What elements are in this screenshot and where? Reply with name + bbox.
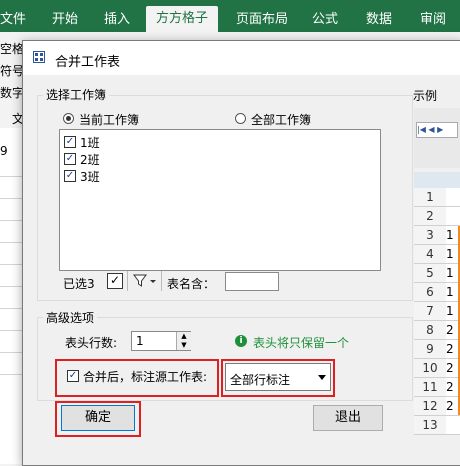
preview-label: 示例	[413, 89, 438, 103]
radio-all-workbooks[interactable]	[235, 113, 246, 124]
sheet-item-label[interactable]: 2班	[80, 151, 100, 168]
header-rows-value[interactable]: 1	[136, 334, 144, 348]
select-workbook-label: 选择工作簿	[43, 86, 110, 103]
mark-source-label[interactable]: 合并后，标注源工作表:	[83, 368, 207, 385]
sheet-name-contains-label: 表名含：	[167, 277, 216, 291]
tab-fangfang[interactable]: 方方格子	[146, 6, 219, 32]
header-rows-label: 表头行数:	[65, 336, 118, 350]
preview-panel: |◀ ◀ ▶ 1 2 3 4 5 6 7 8 9 10 11 12 13 1 1…	[414, 108, 460, 464]
sheet-name-filter-input[interactable]	[225, 272, 279, 291]
ribbon-fragment[interactable]: 符号	[0, 62, 24, 79]
preview-grid: 1 2 3 4 5 6 7 8 9 10 11 12 13 1 1 1 1 1 …	[414, 188, 460, 464]
tab-page-layout[interactable]: 页面布局	[236, 8, 288, 27]
filter-icon[interactable]	[133, 274, 157, 288]
sheet-checkbox[interactable]: ✓	[64, 136, 76, 148]
tab-home[interactable]: 开始	[52, 8, 78, 27]
sheet-checkbox[interactable]: ✓	[64, 153, 76, 165]
dialog-title: 合并工作表	[55, 55, 121, 70]
list-toolbar: 已选3 ✓ 表名含：	[59, 271, 379, 293]
advanced-options-label: 高级选项	[43, 309, 98, 326]
mark-option-value[interactable]: 全部行标注	[230, 371, 290, 388]
tab-formulas[interactable]: 公式	[312, 8, 338, 27]
sheet-list[interactable]: ✓ 1班 ✓ 2班 ✓ 3班	[59, 129, 381, 271]
merge-sheets-dialog: 合并工作表 选择工作簿 当前工作簿 全部工作簿 ✓ 1班 ✓ 2班 ✓ 3班 已…	[22, 40, 460, 466]
app-icon	[33, 51, 45, 63]
ribbon-tab-bar: 文件 开始 插入 方方格子 页面布局 公式 数据 审阅	[0, 0, 460, 32]
ok-button[interactable]: 确定	[61, 405, 135, 431]
radio-all-label[interactable]: 全部工作簿	[251, 111, 311, 128]
header-info-text: 表头将只保留一个	[253, 336, 350, 350]
mark-option-select[interactable]: 全部行标注	[225, 363, 331, 391]
radio-current-workbook[interactable]	[63, 113, 74, 124]
header-rows-stepper[interactable]: 1 ▲ ▼	[131, 331, 191, 351]
stepper-down-icon[interactable]: ▼	[176, 341, 191, 350]
exit-button[interactable]: 退出	[313, 405, 383, 431]
tab-review[interactable]: 审阅	[420, 8, 446, 27]
sheet-checkbox[interactable]: ✓	[64, 170, 76, 182]
select-all-checkbox-icon[interactable]: ✓	[107, 273, 123, 289]
ribbon-fragment[interactable]: 空格	[0, 40, 24, 57]
radio-current-label[interactable]: 当前工作簿	[79, 111, 139, 128]
selected-count: 已选3	[63, 277, 95, 291]
ribbon-fragment[interactable]: 数字	[0, 84, 24, 101]
dialog-titlebar[interactable]: 合并工作表	[23, 41, 460, 75]
chevron-down-icon[interactable]	[318, 375, 326, 380]
sheet-nav-icons[interactable]: |◀ ◀ ▶	[416, 122, 458, 138]
sheet-item-label[interactable]: 1班	[80, 134, 100, 151]
tab-file[interactable]: 文件	[0, 8, 26, 27]
info-icon: i	[235, 335, 247, 347]
row-fragment: 9	[0, 144, 8, 158]
sheet-item-label[interactable]: 3班	[80, 168, 100, 185]
tab-insert[interactable]: 插入	[104, 8, 130, 27]
mark-source-checkbox[interactable]: ✓	[67, 370, 79, 382]
tab-data[interactable]: 数据	[366, 8, 392, 27]
